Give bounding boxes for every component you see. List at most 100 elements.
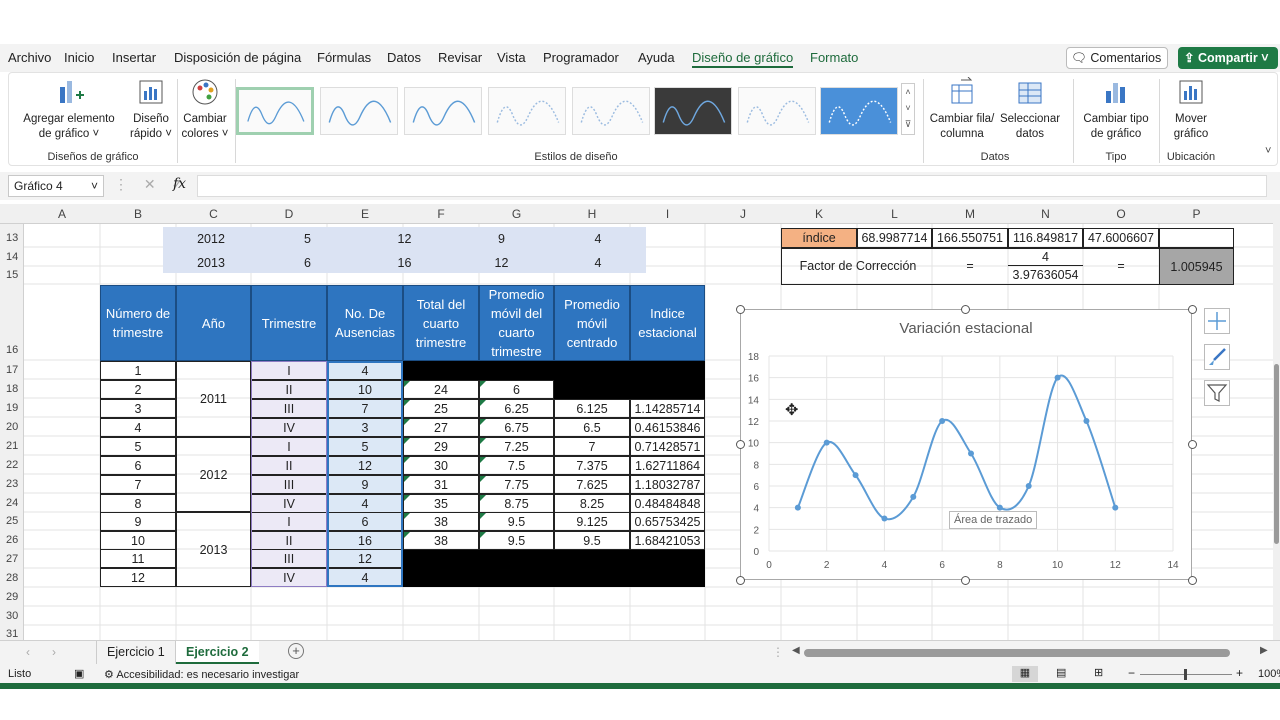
table-cell-n[interactable]: 1 <box>100 361 176 380</box>
cell[interactable]: 12 <box>453 253 550 273</box>
table-cell-n[interactable]: 5 <box>100 437 176 456</box>
col-e[interactable]: E <box>327 207 403 221</box>
insert-function-button[interactable]: fx <box>173 176 186 192</box>
comments-button[interactable]: 🗨 Comentarios <box>1066 47 1168 69</box>
table-cell-p[interactable]: 7.25 <box>479 437 554 456</box>
row-16[interactable]: 16 <box>0 344 24 356</box>
table-cell-t[interactable]: 24 <box>403 380 479 399</box>
col-o[interactable]: O <box>1083 207 1159 221</box>
tab-diseno-grafico[interactable]: Diseño de gráfico <box>692 50 794 68</box>
table-cell-i[interactable]: 1.14285714 <box>630 399 705 418</box>
zoom-slider-thumb[interactable] <box>1184 669 1187 680</box>
table-cell-t[interactable]: 30 <box>403 456 479 475</box>
table-cell-t[interactable]: 27 <box>403 418 479 437</box>
tab-archivo[interactable]: Archivo <box>8 50 51 65</box>
table-cell-n[interactable]: 11 <box>100 549 176 568</box>
tab-formulas[interactable]: Fórmulas <box>317 50 371 65</box>
cell[interactable]: 5 <box>259 229 356 249</box>
share-button[interactable]: ⇪ Compartir ˅ <box>1178 47 1278 69</box>
table-cell-t[interactable]: 29 <box>403 437 479 456</box>
chart-style-3[interactable] <box>404 87 482 135</box>
table-cell-i[interactable]: 1.62711864 <box>630 456 705 475</box>
row-30[interactable]: 30 <box>0 610 24 622</box>
chart-plot[interactable]: 0 2 4 6 8 10 12 14 16 18 0 2 4 6 8 10 12 14 <box>741 310 1191 579</box>
chart-style-7[interactable] <box>738 87 816 135</box>
row-14[interactable]: 14 <box>0 251 24 263</box>
cell[interactable]: 116.849817 <box>1008 228 1083 248</box>
col-d[interactable]: D <box>251 207 327 221</box>
name-box[interactable]: Gráfico 4 ˅ <box>8 175 104 197</box>
macro-record-icon[interactable]: ▣ <box>74 667 84 680</box>
formula-input[interactable] <box>197 175 1267 197</box>
row-24[interactable]: 24 <box>0 497 24 509</box>
styles-scroll[interactable]: ˄ ˅ ⊽ <box>901 83 915 135</box>
col-j[interactable]: J <box>705 207 781 221</box>
tab-programador[interactable]: Programador <box>543 50 619 65</box>
cell[interactable]: 6 <box>259 253 356 273</box>
col-h[interactable]: H <box>554 207 630 221</box>
resize-handle[interactable] <box>1188 305 1197 314</box>
select-data-button[interactable]: Seleccionar datos <box>997 77 1063 142</box>
table-cell-p[interactable]: 7.5 <box>479 456 554 475</box>
table-cell-i[interactable]: 0.71428571 <box>630 437 705 456</box>
row-20[interactable]: 20 <box>0 421 24 433</box>
cell[interactable]: 47.6006607 <box>1083 228 1159 248</box>
chart-elements-button[interactable] <box>1204 308 1230 334</box>
page-layout-icon[interactable]: ▤ <box>1056 666 1066 679</box>
normal-view-icon[interactable]: ▦ <box>1012 666 1038 682</box>
table-cell-t[interactable]: 38 <box>403 512 479 531</box>
row-29[interactable]: 29 <box>0 591 24 603</box>
tab-disposicion[interactable]: Disposición de página <box>174 50 301 65</box>
chart-style-6[interactable] <box>654 87 732 135</box>
resize-handle[interactable] <box>961 576 970 585</box>
table-cell-i[interactable]: 1.18032787 <box>630 475 705 494</box>
tab-datos[interactable]: Datos <box>387 50 421 65</box>
header-total-cuarto[interactable]: Total del cuarto trimestre <box>403 285 479 361</box>
row-22[interactable]: 22 <box>0 459 24 471</box>
tab-prev-icon[interactable]: ‹ <box>26 645 30 659</box>
year-cell[interactable]: 2011 <box>176 361 251 437</box>
scroll-right-icon[interactable]: ▶ <box>1260 645 1268 656</box>
table-cell-c[interactable]: 7 <box>554 437 630 456</box>
cell[interactable]: = <box>932 256 1008 276</box>
row-21[interactable]: 21 <box>0 440 24 452</box>
table-cell-p[interactable]: 6.25 <box>479 399 554 418</box>
tab-revisar[interactable]: Revisar <box>438 50 482 65</box>
factor-numerator[interactable]: 4 <box>1008 249 1083 266</box>
chart-style-5[interactable] <box>572 87 650 135</box>
row-28[interactable]: 28 <box>0 572 24 584</box>
cell[interactable]: 12 <box>356 229 453 249</box>
table-cell-p[interactable]: 9.5 <box>479 531 554 550</box>
table-cell-c[interactable]: 7.625 <box>554 475 630 494</box>
col-c[interactable]: C <box>176 207 251 221</box>
table-cell-p[interactable]: 7.75 <box>479 475 554 494</box>
table-cell-p[interactable]: 6 <box>479 380 554 399</box>
table-cell-c[interactable]: 6.125 <box>554 399 630 418</box>
resize-handle[interactable] <box>736 576 745 585</box>
table-cell-n[interactable]: 2 <box>100 380 176 399</box>
col-i[interactable]: I <box>630 207 705 221</box>
chart-style-4[interactable] <box>488 87 566 135</box>
table-cell-p[interactable]: 9.5 <box>479 512 554 531</box>
cell[interactable]: 2013 <box>163 253 259 273</box>
row-15[interactable]: 15 <box>0 269 24 281</box>
tab-insertar[interactable]: Insertar <box>112 50 156 65</box>
row-25[interactable]: 25 <box>0 515 24 527</box>
chart-style-2[interactable] <box>320 87 398 135</box>
cell[interactable]: 9 <box>453 229 550 249</box>
col-g[interactable]: G <box>479 207 554 221</box>
move-chart-button[interactable]: Mover gráfico <box>1161 77 1221 142</box>
table-cell-t[interactable]: 25 <box>403 399 479 418</box>
scroll-thumb[interactable] <box>1274 364 1279 544</box>
table-cell-n[interactable]: 4 <box>100 418 176 437</box>
table-cell-n[interactable]: 12 <box>100 568 176 587</box>
header-ausencias[interactable]: No. De Ausencias <box>327 285 403 361</box>
row-13[interactable]: 13 <box>0 232 24 244</box>
header-numero-trimestre[interactable]: Número de trimestre <box>100 285 176 361</box>
chart-styles-button[interactable] <box>1204 344 1230 370</box>
table-cell-n[interactable]: 9 <box>100 512 176 531</box>
header-indice-estacional[interactable]: Indice estacional <box>630 285 705 361</box>
table-cell-p[interactable]: 8.75 <box>479 494 554 513</box>
tab-inicio[interactable]: Inicio <box>64 50 94 65</box>
sheet-tab-ejercicio-1[interactable]: Ejercicio 1 <box>96 641 176 664</box>
